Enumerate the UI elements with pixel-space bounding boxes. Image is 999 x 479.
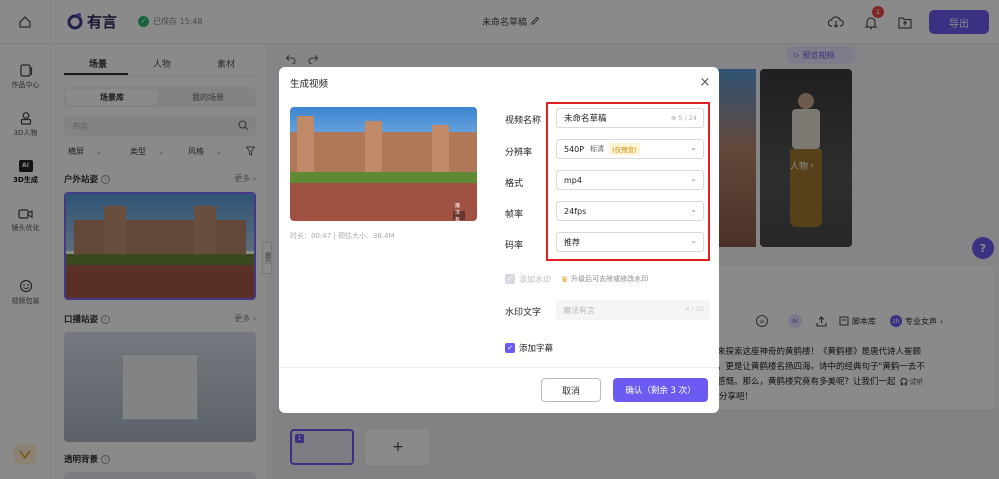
dialog-close-button[interactable]: × xyxy=(697,74,713,90)
video-name-label: 视频名称 xyxy=(505,116,542,126)
format-label: 格式 xyxy=(505,179,524,189)
watermark-text-input[interactable]: 魔法有言 4 / 10 xyxy=(556,300,710,320)
watermark-checkbox[interactable]: ✓ xyxy=(505,274,515,284)
watermark-checkbox-row: ✓ 添加水印 ♛ 升级后可去除或修改水印 xyxy=(505,272,648,286)
subtitle-checkbox-row: ✓ 添加字幕 xyxy=(505,341,553,355)
resolution-label: 分辨率 xyxy=(505,148,533,158)
highlight-annotation-box xyxy=(546,102,710,261)
framerate-label: 帧率 xyxy=(505,210,524,220)
video-meta: 时长：00:47 | 预估大小：38.4M xyxy=(290,232,395,240)
bitrate-label: 码率 xyxy=(505,241,524,251)
thumbnail-watermark: 魔法有言 xyxy=(453,203,465,221)
subtitle-checkbox[interactable]: ✓ xyxy=(505,343,515,353)
cancel-button[interactable]: 取消 xyxy=(541,378,601,402)
crown-icon: ♛ xyxy=(561,274,569,284)
dialog-title: 生成视频 xyxy=(290,79,329,90)
video-preview-thumbnail: 魔法有言 xyxy=(290,107,477,221)
generate-video-dialog: 生成视频 × 魔法有言 时长：00:47 | 预估大小：38.4M 视频名称 未… xyxy=(279,67,719,413)
confirm-button[interactable]: 确认（剩余 3 次） xyxy=(613,378,708,402)
watermark-text-label: 水印文字 xyxy=(505,308,542,318)
